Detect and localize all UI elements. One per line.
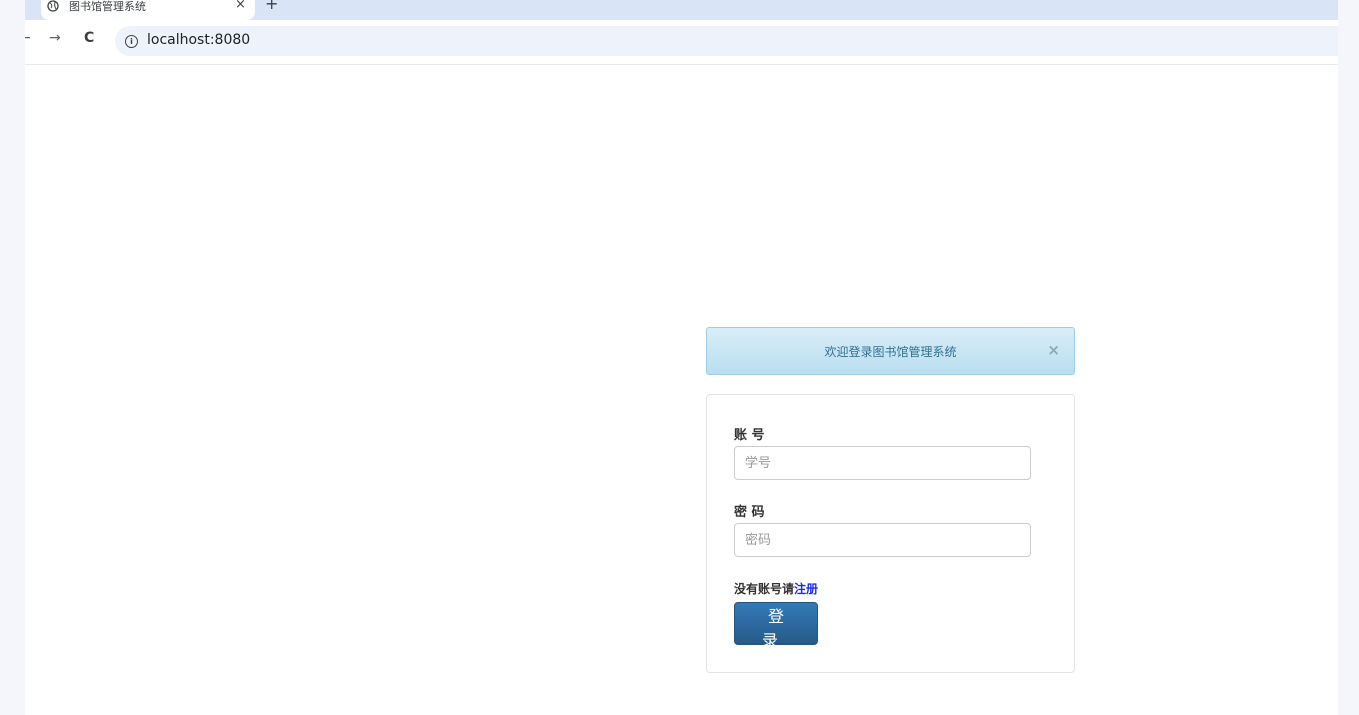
browser-toolbar: ← → C i localhost:8080 (25, 20, 1338, 65)
address-bar[interactable]: i localhost:8080 (115, 26, 1338, 56)
password-input[interactable] (734, 523, 1031, 557)
password-label: 密 码 (734, 505, 765, 520)
browser-window: 图书馆管理系统 × + ← → C i localhost:8080 欢迎登录图… (25, 0, 1338, 715)
welcome-alert: 欢迎登录图书馆管理系统 × (706, 327, 1075, 375)
back-icon[interactable]: ← (25, 30, 31, 46)
tab-strip: 图书馆管理系统 × + (25, 0, 1338, 20)
globe-icon (47, 0, 59, 12)
alert-close-icon[interactable]: × (1047, 341, 1060, 359)
account-label: 账 号 (734, 428, 765, 443)
login-button[interactable]: 登 录 (734, 602, 818, 650)
forward-icon[interactable]: → (49, 30, 61, 46)
tab-title: 图书馆管理系统 (69, 0, 146, 13)
account-input[interactable] (734, 446, 1031, 480)
welcome-message: 欢迎登录图书馆管理系统 (824, 345, 957, 359)
register-prompt: 没有账号请 (734, 582, 795, 596)
tab-library-system[interactable]: 图书馆管理系统 × (41, 0, 255, 20)
login-card: 账 号 密 码 没有账号请注册 登 录 (706, 394, 1075, 673)
tab-close-icon[interactable]: × (235, 0, 246, 12)
site-info-icon[interactable]: i (125, 35, 138, 48)
register-prompt-line: 没有账号请注册 (734, 580, 818, 597)
new-tab-icon[interactable]: + (265, 0, 278, 13)
register-link[interactable]: 注册 (794, 582, 818, 596)
reload-icon[interactable]: C (84, 30, 94, 46)
url-text: localhost:8080 (147, 32, 251, 48)
